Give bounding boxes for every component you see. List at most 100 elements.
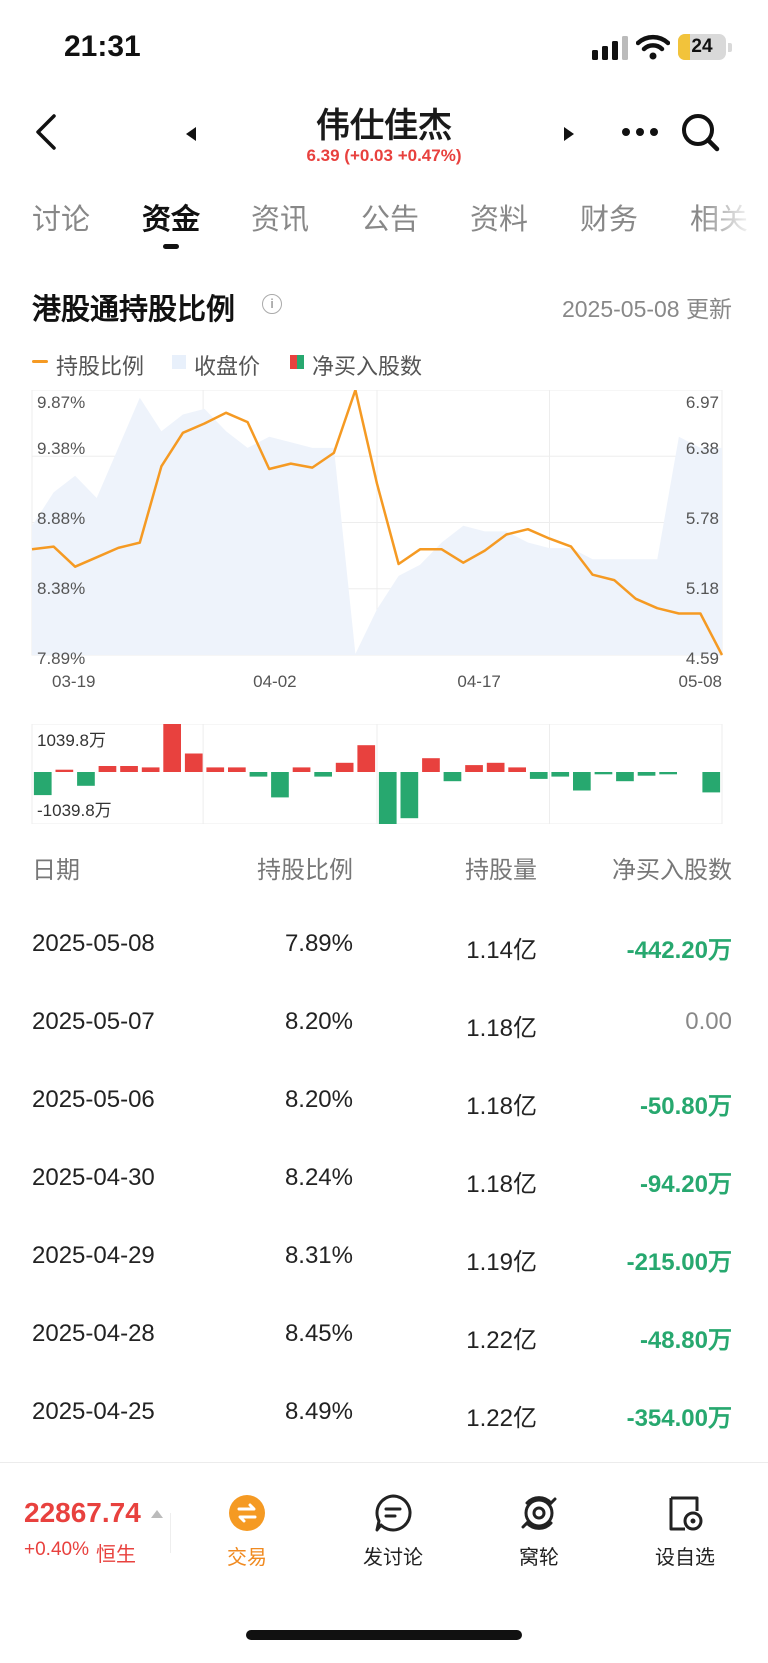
net-buy-bar bbox=[659, 772, 677, 775]
table-row[interactable]: 2025-04-29 8.31% 1.19亿 -215.00万 bbox=[0, 1218, 768, 1296]
tab-financials[interactable]: 财务 bbox=[580, 196, 638, 238]
net-buy-bar bbox=[77, 772, 95, 786]
row-volume: 1.22亿 bbox=[466, 1405, 537, 1432]
index-change: +0.40% bbox=[24, 1539, 89, 1560]
active-tab-indicator bbox=[163, 244, 179, 249]
net-buy-bar bbox=[228, 767, 246, 772]
y-left-tick: 8.88% bbox=[37, 509, 85, 528]
header-date[interactable]: 日期 bbox=[32, 850, 80, 885]
info-icon[interactable]: i bbox=[262, 294, 282, 314]
legend-area-swatch bbox=[172, 355, 186, 369]
tab-profile[interactable]: 资料 bbox=[470, 196, 528, 238]
add-watchlist-button[interactable]: 设自选 bbox=[630, 1493, 740, 1570]
net-buy-bar bbox=[443, 772, 462, 782]
row-net-buy: -442.20万 bbox=[626, 937, 732, 964]
row-volume: 1.14亿 bbox=[466, 937, 537, 964]
net-buy-bar bbox=[529, 772, 548, 779]
row-volume: 1.19亿 bbox=[466, 1249, 537, 1276]
net-buy-bar bbox=[98, 766, 117, 772]
row-ratio: 8.49% bbox=[284, 1398, 353, 1425]
net-buy-bar bbox=[55, 769, 74, 772]
add-watchlist-label: 设自选 bbox=[655, 1547, 715, 1569]
row-volume: 1.18亿 bbox=[466, 1093, 537, 1120]
search-icon[interactable] bbox=[680, 112, 722, 154]
row-net-buy: -48.80万 bbox=[639, 1327, 732, 1354]
legend-label: 收盘价 bbox=[194, 354, 261, 379]
legend-line-swatch bbox=[32, 360, 48, 363]
x-tick: 05-08 bbox=[679, 672, 722, 691]
row-date: 2025-04-29 bbox=[32, 1242, 155, 1269]
table-row[interactable]: 2025-05-07 8.20% 1.18亿 0.00 bbox=[0, 984, 768, 1062]
net-buy-bar bbox=[141, 767, 160, 772]
net-buy-bar bbox=[33, 772, 52, 796]
row-volume: 1.18亿 bbox=[466, 1171, 537, 1198]
net-buy-bar bbox=[314, 772, 332, 777]
net-buy-bar bbox=[249, 772, 268, 777]
net-buy-bar bbox=[184, 753, 203, 772]
post-discussion-button[interactable]: 发讨论 bbox=[338, 1493, 448, 1570]
table-header: 日期 持股比例 持股量 净买入股数 bbox=[0, 850, 768, 890]
y-right-tick: 5.18 bbox=[686, 579, 719, 598]
bar-y-min-label: -1039.8万 bbox=[37, 801, 112, 820]
post-discussion-icon bbox=[375, 1494, 412, 1532]
y-left-tick: 9.87% bbox=[37, 393, 85, 412]
trade-button[interactable]: 交易 bbox=[192, 1493, 302, 1570]
cellular-signal-icon bbox=[592, 36, 628, 60]
net-buy-bar bbox=[616, 772, 634, 782]
table-row[interactable]: 2025-05-08 7.89% 1.14亿 -442.20万 bbox=[0, 906, 768, 984]
index-name: 恒生 bbox=[96, 1544, 136, 1566]
battery-icon: 24 bbox=[678, 34, 726, 60]
row-date: 2025-05-07 bbox=[32, 1008, 155, 1035]
tab-news[interactable]: 资讯 bbox=[251, 196, 309, 238]
post-discussion-label: 发讨论 bbox=[363, 1547, 423, 1569]
tab-discussion[interactable]: 讨论 bbox=[32, 196, 90, 238]
net-buy-bar bbox=[422, 758, 440, 772]
net-buy-bar bbox=[508, 767, 526, 772]
warrant-button[interactable]: 窝轮 bbox=[484, 1493, 594, 1570]
net-buy-bar bbox=[335, 762, 354, 772]
header-holding-ratio[interactable]: 持股比例 bbox=[257, 850, 353, 885]
net-buy-bar bbox=[465, 765, 483, 772]
tab-announcements[interactable]: 公告 bbox=[361, 196, 419, 238]
net-buy-bar-chart[interactable]: 1039.8万 -1039.8万 bbox=[0, 724, 768, 824]
tab-capital[interactable]: 资金 bbox=[142, 196, 200, 238]
section-title: 港股通持股比例 bbox=[32, 294, 236, 326]
holding-ratio-chart[interactable]: 9.87% 9.38% 8.88% 8.38% 7.89% 6.97 6.38 5.78 5.1… bbox=[0, 390, 768, 720]
bar-y-max-label: 1039.8万 bbox=[37, 731, 106, 750]
table-row[interactable]: 2025-04-30 8.24% 1.18亿 -94.20万 bbox=[0, 1140, 768, 1218]
trade-label: 交易 bbox=[227, 1547, 267, 1569]
table-row[interactable]: 2025-05-06 8.20% 1.18亿 -50.80万 bbox=[0, 1062, 768, 1140]
row-volume: 1.22亿 bbox=[466, 1327, 537, 1354]
next-stock-icon[interactable] bbox=[562, 126, 576, 142]
net-buy-bar bbox=[702, 772, 721, 793]
table-row[interactable]: 2025-04-28 8.45% 1.22亿 -48.80万 bbox=[0, 1296, 768, 1374]
divider bbox=[170, 1513, 171, 1553]
row-ratio: 8.20% bbox=[284, 1008, 353, 1035]
index-value: 22867.74 bbox=[24, 1497, 141, 1528]
row-ratio: 8.20% bbox=[284, 1086, 353, 1113]
stock-name: 伟仕佳杰 bbox=[316, 107, 452, 145]
home-indicator bbox=[246, 1630, 522, 1640]
legend-label: 净买入股数 bbox=[312, 354, 423, 379]
up-triangle-icon bbox=[151, 1510, 163, 1518]
net-buy-bar bbox=[357, 745, 376, 772]
row-net-buy: -215.00万 bbox=[626, 1249, 732, 1276]
header-net-buy[interactable]: 净买入股数 bbox=[612, 850, 732, 885]
trade-icon bbox=[229, 1495, 265, 1531]
net-buy-bar bbox=[163, 724, 181, 772]
header-holding-volume[interactable]: 持股量 bbox=[465, 850, 537, 885]
y-left-tick: 8.38% bbox=[37, 579, 85, 598]
x-tick: 04-02 bbox=[253, 672, 296, 691]
table-row[interactable]: 2025-04-25 8.49% 1.22亿 -354.00万 bbox=[0, 1374, 768, 1452]
tab-fade bbox=[698, 196, 768, 252]
row-date: 2025-04-30 bbox=[32, 1164, 155, 1191]
row-net-buy: -354.00万 bbox=[626, 1405, 732, 1432]
y-left-tick: 7.89% bbox=[37, 649, 85, 668]
warrant-icon bbox=[521, 1496, 557, 1530]
y-left-tick: 9.38% bbox=[37, 439, 85, 458]
add-watchlist-icon bbox=[669, 1496, 703, 1531]
net-buy-bar bbox=[486, 762, 505, 772]
x-tick: 04-17 bbox=[457, 672, 500, 691]
status-bar: 21:31 24 bbox=[0, 0, 768, 96]
more-icon[interactable] bbox=[620, 126, 660, 138]
